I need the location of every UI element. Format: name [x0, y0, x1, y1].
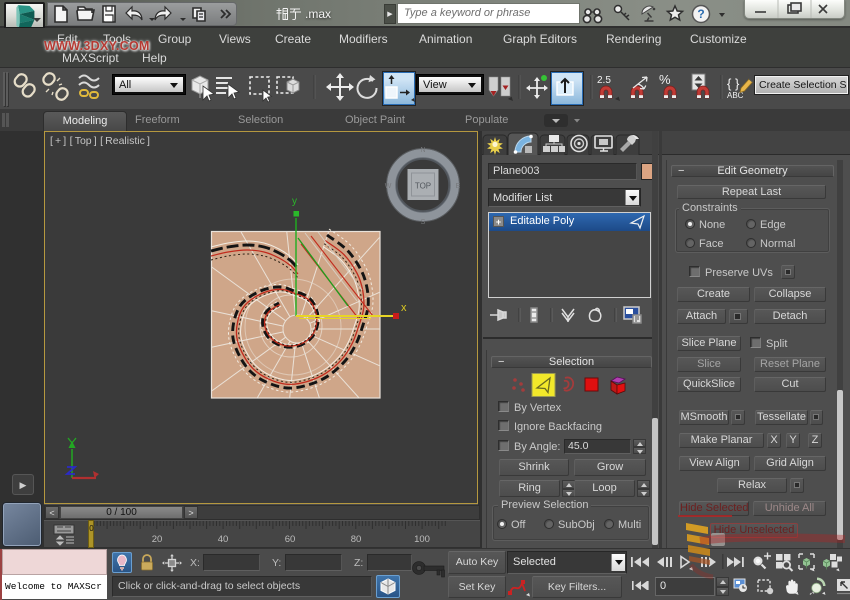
svg-text:40: 40 — [218, 534, 229, 545]
svg-text:60: 60 — [285, 534, 296, 545]
svg-text:80: 80 — [351, 534, 362, 545]
svg-text:100: 100 — [414, 534, 430, 545]
svg-text:20: 20 — [152, 534, 163, 545]
